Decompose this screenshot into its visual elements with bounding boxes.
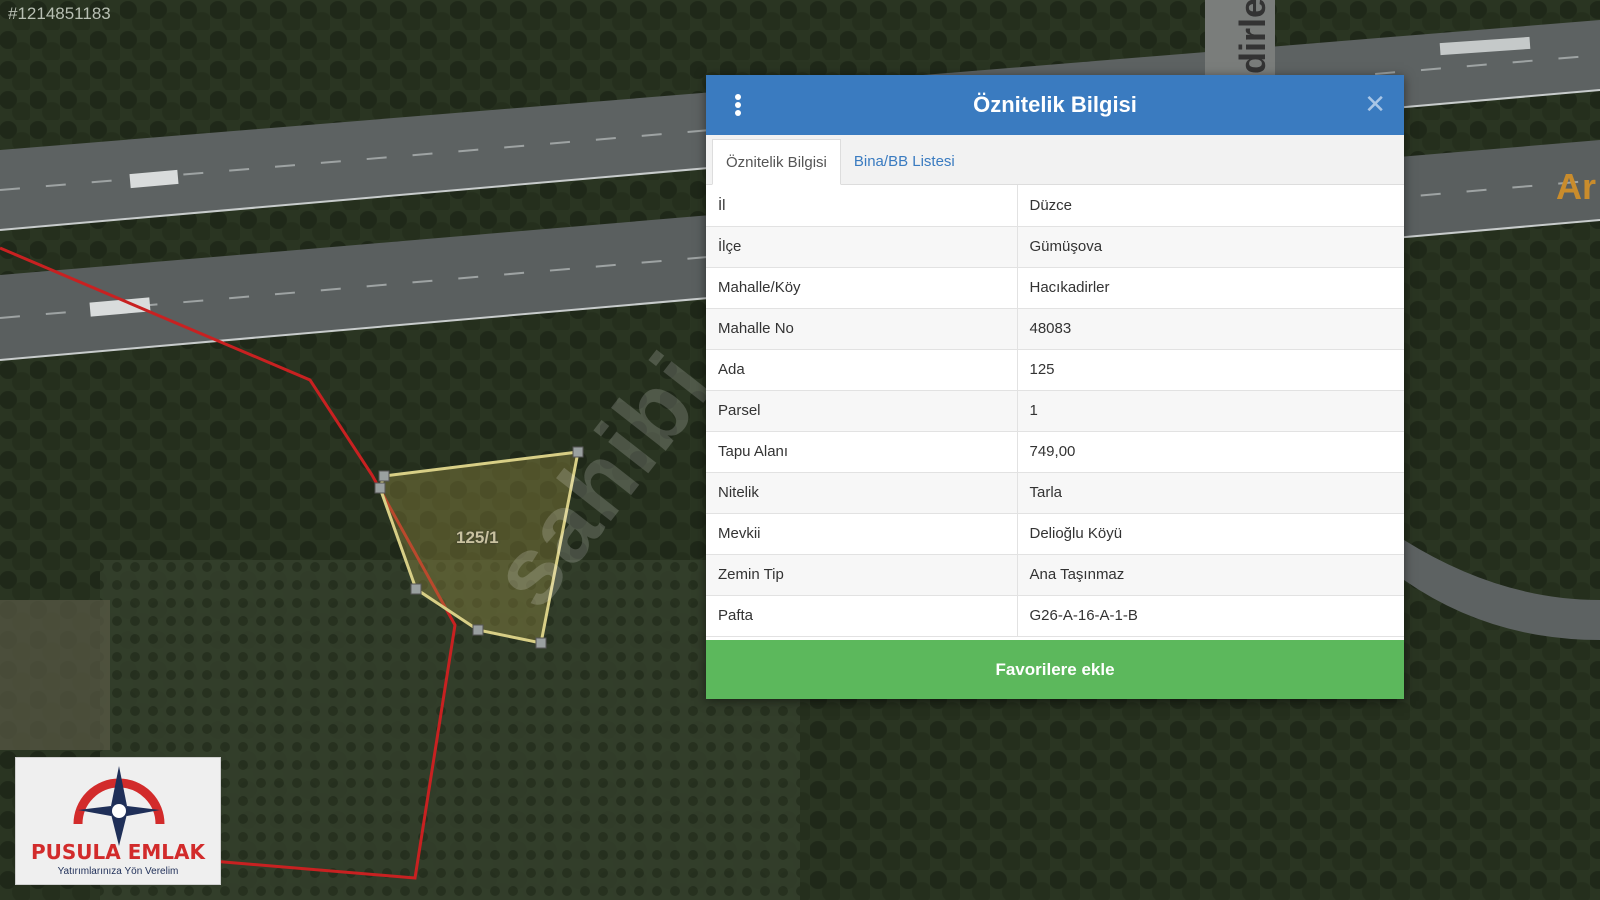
attribute-value: Tarla xyxy=(1017,472,1404,514)
table-row: İl Düzce xyxy=(706,185,1404,227)
attribute-value: 1 xyxy=(1017,390,1404,432)
table-row: Nitelik Tarla xyxy=(706,472,1404,514)
attribute-value: Ana Taşınmaz xyxy=(1017,554,1404,596)
table-row: Mevkii Delioğlu Köyü xyxy=(706,513,1404,555)
table-row: Mahalle No 48083 xyxy=(706,308,1404,350)
attribute-key: Parsel xyxy=(706,390,1018,432)
attribute-key: İl xyxy=(706,185,1018,227)
add-to-favorites-button[interactable]: Favorilere ekle xyxy=(706,640,1404,699)
attribute-value: Gümüşova xyxy=(1017,226,1404,268)
table-row: Tapu Alanı 749,00 xyxy=(706,431,1404,473)
table-row: Ada 125 xyxy=(706,349,1404,391)
kebab-menu-icon[interactable] xyxy=(734,94,742,116)
attribute-key: Tapu Alanı xyxy=(706,431,1018,473)
attribute-value: Hacıkadirler xyxy=(1017,267,1404,309)
compass-logo-icon xyxy=(73,766,165,846)
table-row: Parsel 1 xyxy=(706,390,1404,432)
road-label: dirler xyxy=(1232,0,1273,74)
dialog-header: Öznitelik Bilgisi ✕ xyxy=(706,75,1404,135)
attribute-key: Mevkii xyxy=(706,513,1018,555)
attribute-value: Delioğlu Köyü xyxy=(1017,513,1404,555)
attribute-key: İlçe xyxy=(706,226,1018,268)
table-row: Mahalle/Köy Hacıkadirler xyxy=(706,267,1404,309)
attribute-key: Ada xyxy=(706,349,1018,391)
listing-id: #1214851183 xyxy=(8,4,111,23)
attribute-table: İl Düzce İlçe Gümüşova Mahalle/Köy Hacıkadirl… xyxy=(706,185,1404,637)
tab-bar: Öznitelik Bilgisi Bina/BB Listesi xyxy=(706,135,1404,185)
logo-name: PUSULA EMLAK xyxy=(30,840,205,864)
attribute-value: Düzce xyxy=(1017,185,1404,227)
road-label-2: Ar xyxy=(1556,166,1597,207)
attribute-key: Nitelik xyxy=(706,472,1018,514)
attribute-dialog: Öznitelik Bilgisi ✕ Öznitelik Bilgisi Bi… xyxy=(706,75,1404,699)
attribute-value: G26-A-16-A-1-B xyxy=(1017,595,1404,637)
table-row: İlçe Gümüşova xyxy=(706,226,1404,268)
tab-building-list[interactable]: Bina/BB Listesi xyxy=(841,138,968,184)
attribute-value: 125 xyxy=(1017,349,1404,391)
tab-attribute-info[interactable]: Öznitelik Bilgisi xyxy=(712,139,841,185)
attribute-value: 48083 xyxy=(1017,308,1404,350)
dialog-title: Öznitelik Bilgisi xyxy=(973,92,1137,117)
table-row: Zemin Tip Ana Taşınmaz xyxy=(706,554,1404,596)
attribute-key: Mahalle/Köy xyxy=(706,267,1018,309)
close-icon[interactable]: ✕ xyxy=(1364,91,1386,117)
table-row: Pafta G26-A-16-A-1-B xyxy=(706,595,1404,637)
logo-tagline: Yatırımlarınıza Yön Verelim xyxy=(57,866,179,877)
attribute-key: Mahalle No xyxy=(706,308,1018,350)
company-logo: PUSULA EMLAK Yatırımlarınıza Yön Verelim xyxy=(15,757,221,885)
attribute-key: Zemin Tip xyxy=(706,554,1018,596)
attribute-value: 749,00 xyxy=(1017,431,1404,473)
attribute-key: Pafta xyxy=(706,595,1018,637)
